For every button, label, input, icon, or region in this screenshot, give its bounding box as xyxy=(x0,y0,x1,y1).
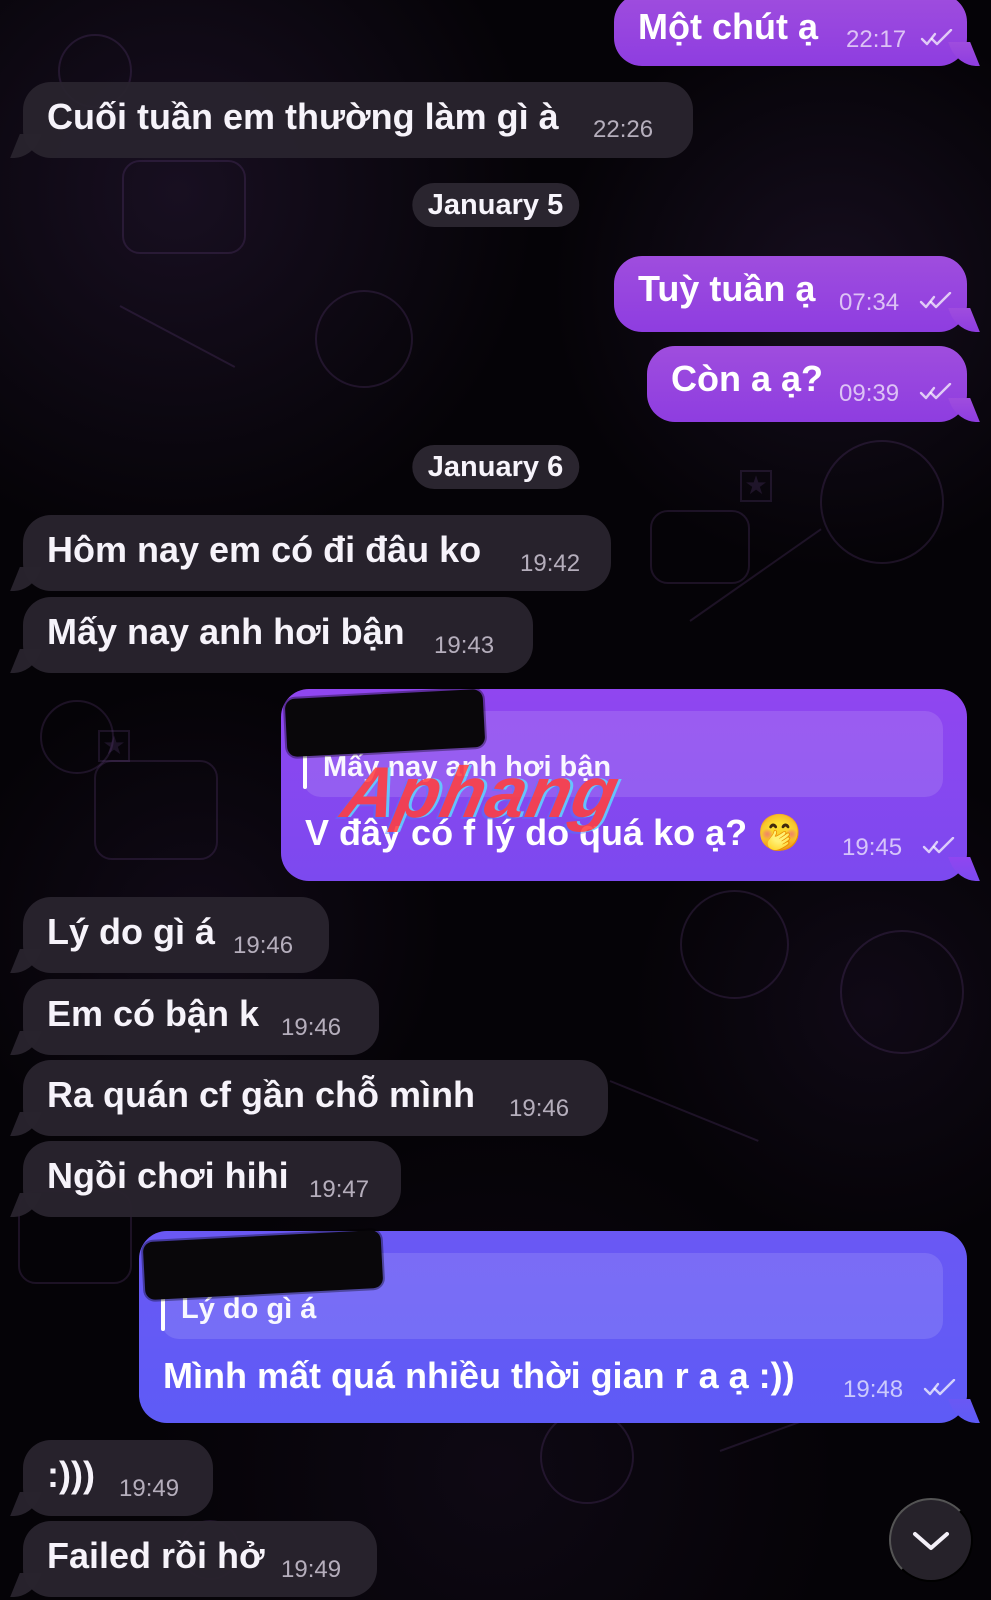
background-doodle xyxy=(122,160,246,254)
watermark: Aphang xyxy=(335,753,627,833)
background-doodle xyxy=(650,510,750,584)
double-check-icon xyxy=(920,29,953,46)
double-check-icon xyxy=(919,383,952,400)
incoming-message-bubble[interactable]: Hôm nay em có đi đâu ko 19:42 xyxy=(23,515,611,591)
message-text: Ngồi chơi hihi xyxy=(47,1155,289,1196)
incoming-message-bubble[interactable]: Mấy nay anh hơi bận 19:43 xyxy=(23,597,533,673)
message-time: 19:46 xyxy=(281,1014,342,1041)
message-time: 19:48 xyxy=(843,1376,904,1403)
reply-preview-text: Lý do gì á xyxy=(181,1293,317,1325)
background-doodle xyxy=(740,470,772,502)
outgoing-message-bubble[interactable]: Tuỳ tuần ạ 07:34 xyxy=(614,256,967,332)
message-text: Failed rồi hở xyxy=(47,1535,265,1576)
background-doodle xyxy=(680,890,789,999)
background-doodle xyxy=(609,1080,759,1142)
double-check-icon xyxy=(922,837,955,854)
background-doodle xyxy=(98,730,130,762)
outgoing-message-bubble[interactable]: Còn a ạ? 09:39 xyxy=(647,346,967,422)
outgoing-message-bubble[interactable]: Một chút ạ 22:17 xyxy=(614,0,967,66)
message-time: 19:47 xyxy=(309,1176,370,1203)
background-doodle xyxy=(840,930,964,1054)
background-doodle xyxy=(540,1410,634,1504)
message-time: 19:43 xyxy=(434,632,495,659)
redaction-mark xyxy=(142,1229,384,1301)
double-check-icon xyxy=(919,292,952,309)
background-doodle xyxy=(820,440,944,564)
message-text: Ra quán cf gần chỗ mình xyxy=(47,1074,476,1115)
message-text: Còn a ạ? xyxy=(671,358,824,399)
background-doodle xyxy=(315,290,413,388)
scroll-down-button[interactable] xyxy=(889,1498,973,1582)
message-text: Tuỳ tuần ạ xyxy=(638,268,816,309)
message-text: Em có bận k xyxy=(47,993,260,1034)
redaction-mark xyxy=(284,688,486,758)
date-separator: January 5 xyxy=(411,183,580,227)
message-time: 19:46 xyxy=(233,932,294,959)
message-time: 09:39 xyxy=(839,380,900,407)
message-time: 07:34 xyxy=(839,289,900,316)
message-text: Hôm nay em có đi đâu ko xyxy=(47,529,482,570)
chevron-down-icon xyxy=(913,1532,949,1550)
message-text: Một chút ạ xyxy=(638,6,818,47)
incoming-message-bubble[interactable]: Failed rồi hở 19:49 xyxy=(23,1521,377,1597)
incoming-message-bubble[interactable]: :))) 19:49 xyxy=(23,1440,213,1516)
message-time: 19:42 xyxy=(520,550,581,577)
background-doodle xyxy=(94,760,218,860)
incoming-message-bubble[interactable]: Ngồi chơi hihi 19:47 xyxy=(23,1141,401,1217)
background-doodle xyxy=(40,700,114,774)
message-text: Lý do gì á xyxy=(47,911,216,952)
background-doodle xyxy=(119,305,236,368)
incoming-message-bubble[interactable]: Em có bận k 19:46 xyxy=(23,979,379,1055)
message-time: 19:49 xyxy=(119,1475,180,1502)
double-check-icon xyxy=(923,1379,956,1396)
message-text: Cuối tuần em thường làm gì à xyxy=(47,96,559,137)
message-time: 19:46 xyxy=(509,1095,570,1122)
message-text: :))) xyxy=(47,1454,95,1495)
message-time: 22:17 xyxy=(846,26,907,53)
message-text: Mình mất quá nhiều thời gian r a ạ :)) xyxy=(163,1355,795,1396)
incoming-message-bubble[interactable]: Lý do gì á 19:46 xyxy=(23,897,329,973)
incoming-message-bubble[interactable]: Ra quán cf gần chỗ mình 19:46 xyxy=(23,1060,608,1136)
message-time: 19:49 xyxy=(281,1556,342,1583)
message-text: Mấy nay anh hơi bận xyxy=(47,611,405,652)
message-time: 19:45 xyxy=(842,834,903,861)
background-doodle xyxy=(689,528,822,622)
incoming-message-bubble[interactable]: Cuối tuần em thường làm gì à 22:26 xyxy=(23,82,693,158)
date-separator: January 6 xyxy=(411,445,580,489)
message-time: 22:26 xyxy=(593,116,654,143)
